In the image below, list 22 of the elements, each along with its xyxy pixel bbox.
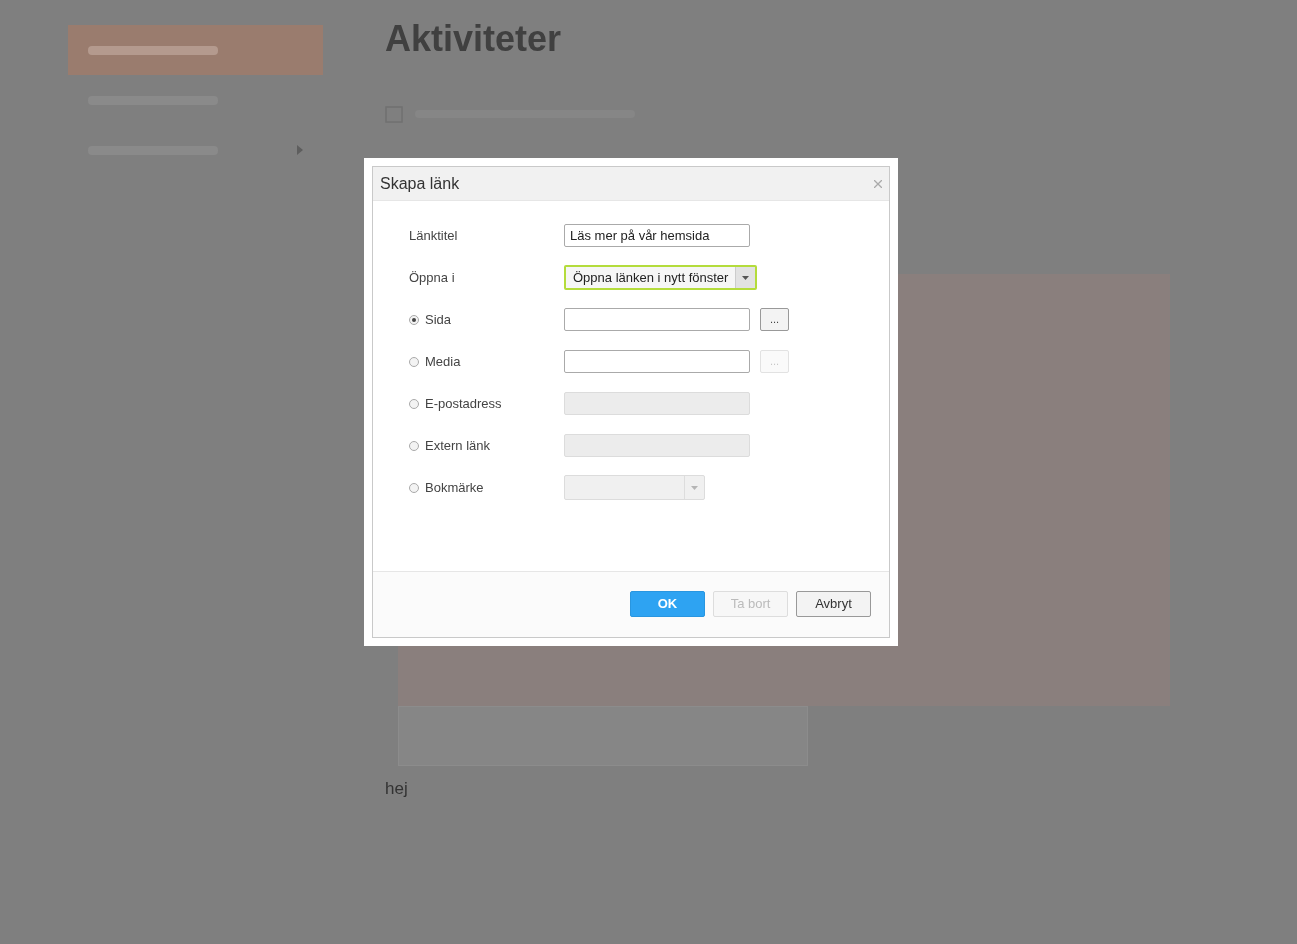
sidebar-item[interactable] — [68, 25, 323, 75]
field-label: Länktitel — [409, 226, 459, 245]
radio-label: Bokmärke — [425, 478, 484, 497]
caret-icon — [742, 275, 750, 280]
caret-icon — [691, 485, 698, 490]
page-heading: Aktiviteter — [385, 19, 563, 59]
text-input[interactable] — [564, 350, 750, 373]
field-label: Öppna i — [409, 268, 456, 287]
text-input[interactable] — [564, 308, 750, 331]
dialog-title: Skapa länk — [380, 173, 460, 194]
radio-label: Sida — [425, 310, 452, 329]
editor-text: hej — [385, 778, 409, 800]
text-input[interactable]: Läs mer på vår hemsida — [564, 224, 750, 247]
radio-button[interactable] — [409, 314, 419, 325]
select-dropdown[interactable]: Öppna länken i nytt fönster — [564, 265, 758, 290]
browse-button[interactable]: ... — [760, 308, 789, 331]
radio-button[interactable] — [409, 356, 419, 367]
close-icon[interactable] — [874, 179, 882, 188]
radio-label: Media — [425, 352, 461, 371]
radio-label: E-postadress — [425, 394, 502, 413]
radio-label: Extern länk — [425, 436, 491, 455]
dialog-button[interactable]: Avbryt — [796, 591, 871, 617]
